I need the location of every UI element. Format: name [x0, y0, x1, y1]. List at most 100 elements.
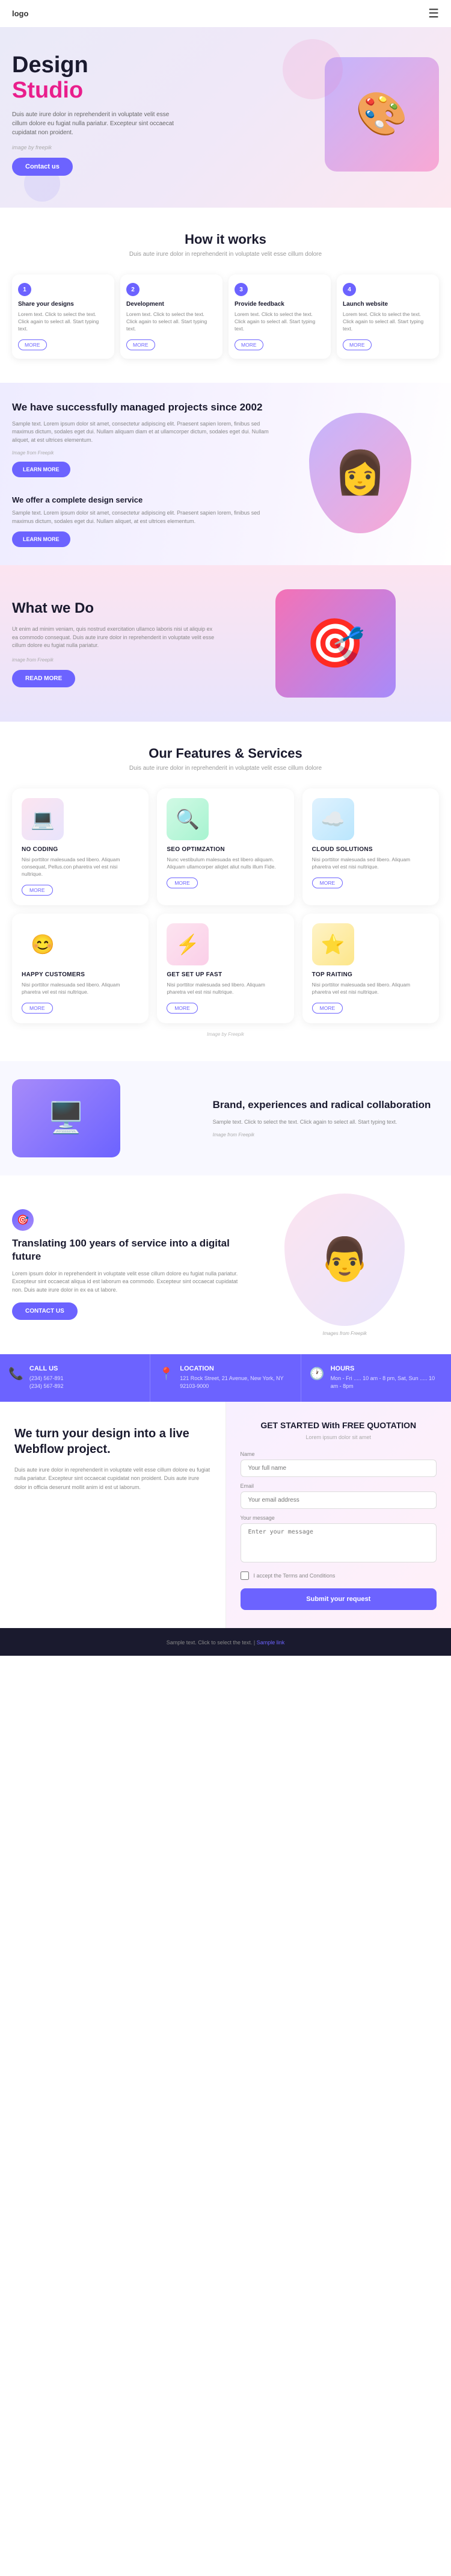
digital-cta-button[interactable]: CONTACT US	[12, 1302, 78, 1320]
feature-card-cloud: ☁️ CLOUD SOLUTIONS Nisi porttitor malesu…	[302, 788, 439, 905]
managed-service-learn-more-button[interactable]: LEARN MORE	[12, 531, 70, 547]
managed-right: 👩	[281, 401, 439, 533]
contact-hours-value: Mon - Fri ..... 10 am - 8 pm, Sat, Sun .…	[331, 1375, 443, 1391]
step-3-more-button[interactable]: MORE	[235, 339, 263, 350]
how-it-works-title: How it works	[12, 232, 439, 247]
no-coding-title: NO CODING	[22, 846, 139, 853]
form-message-input[interactable]	[241, 1523, 437, 1562]
digital-left: 🎯 Translating 100 years of service into …	[12, 1209, 238, 1320]
feature-card-fast: ⚡ GET SET UP FAST Nisi porttitor malesua…	[157, 914, 293, 1023]
form-email-group: Email	[241, 1483, 437, 1509]
hero-section: Design Studio Duis aute irure dolor in r…	[0, 27, 451, 208]
footer-link[interactable]: Sample link	[257, 1639, 285, 1646]
wwd-right: 🎯	[232, 589, 439, 698]
features-title: Our Features & Services	[12, 746, 439, 761]
step-4-number: 4	[343, 283, 356, 296]
man-illustration: 👨	[284, 1194, 405, 1326]
contact-location-value: 121 Rock Street, 21 Avenue, New York, NY…	[180, 1375, 292, 1391]
cloud-title: CLOUD SOLUTIONS	[312, 846, 429, 853]
brand-desc: Sample text. Click to select the text. C…	[213, 1118, 439, 1127]
managed-projects-section: We have successfully managed projects si…	[0, 383, 451, 566]
cloud-more-button[interactable]: MORE	[312, 878, 343, 888]
seo-desc: Nunc vestibulum malesuada est libero ali…	[167, 856, 284, 871]
hero-image-credit: image by freepik	[12, 144, 226, 150]
digital-icon: 🎯	[12, 1209, 34, 1231]
form-name-label: Name	[241, 1451, 437, 1457]
managed-learn-more-button[interactable]: LEARN MORE	[12, 462, 70, 477]
quotation-subtitle: Lorem ipsum dolor sit amet	[241, 1434, 437, 1440]
step-1-title: Share your designs	[18, 301, 108, 308]
menu-icon[interactable]: ☰	[428, 6, 439, 21]
step-1-desc: Lorem text. Click to select the text. Cl…	[18, 311, 108, 333]
logo: logo	[12, 9, 28, 18]
step-2-title: Development	[126, 301, 216, 308]
contact-call-label: CALL US	[29, 1365, 64, 1372]
feature-card-top-rating: ⭐ TOP RAITING Nisi porttitor malesuada s…	[302, 914, 439, 1023]
bottom-section: We turn your design into a live Webflow …	[0, 1402, 451, 1628]
rating-more-button[interactable]: MORE	[312, 1003, 343, 1014]
step-4-title: Launch website	[343, 301, 433, 308]
hours-icon: 🕐	[310, 1366, 325, 1381]
happy-more-button[interactable]: MORE	[22, 1003, 53, 1014]
features-section: Our Features & Services Duis aute irure …	[0, 722, 451, 1060]
step-1-more-button[interactable]: MORE	[18, 339, 47, 350]
form-checkbox-row: I accept the Terms and Conditions	[241, 1571, 437, 1580]
hero-description: Duis aute irure dolor in reprehenderit i…	[12, 110, 174, 137]
managed-title: We have successfully managed projects si…	[12, 401, 269, 414]
seo-icon: 🔍	[167, 798, 209, 840]
no-coding-more-button[interactable]: MORE	[22, 885, 53, 896]
form-checkbox-label: I accept the Terms and Conditions	[254, 1573, 336, 1579]
no-coding-desc: Nisi porttitor malesuada sed libero. Ali…	[22, 856, 139, 878]
form-message-label: Your message	[241, 1515, 437, 1521]
managed-service-desc: Sample text. Lorem ipsum dolor sit amet,…	[12, 509, 269, 525]
step-card-4: 4 Launch website Lorem text. Click to se…	[337, 274, 439, 359]
fast-title: GET SET UP FAST	[167, 971, 284, 978]
form-message-group: Your message	[241, 1515, 437, 1565]
managed-credit: Image from Freepik	[12, 450, 269, 456]
form-checkbox[interactable]	[241, 1571, 249, 1580]
cloud-desc: Nisi porttitor malesuada sed libero. Ali…	[312, 856, 429, 871]
form-email-input[interactable]	[241, 1491, 437, 1509]
wwd-read-more-button[interactable]: READ MORE	[12, 670, 75, 687]
footer: Sample text. Click to select the text. |…	[0, 1628, 451, 1656]
managed-service-title: We offer a complete design service	[12, 495, 269, 504]
cloud-icon: ☁️	[312, 798, 354, 840]
contact-location[interactable]: 📍 LOCATION 121 Rock Street, 21 Avenue, N…	[150, 1354, 301, 1402]
step-3-number: 3	[235, 283, 248, 296]
managed-left: We have successfully managed projects si…	[12, 401, 269, 548]
form-email-label: Email	[241, 1483, 437, 1489]
seo-more-button[interactable]: MORE	[167, 878, 198, 888]
wwd-left: What we Do Ut enim ad minim veniam, quis…	[12, 600, 219, 687]
brand-title: Brand, experiences and radical collabora…	[213, 1098, 439, 1112]
form-name-input[interactable]	[241, 1460, 437, 1477]
step-4-more-button[interactable]: MORE	[343, 339, 372, 350]
contact-call[interactable]: 📞 CALL US (234) 567-891 (234) 567-892	[0, 1354, 150, 1402]
wwd-desc: Ut enim ad minim veniam, quis nostrud ex…	[12, 625, 219, 650]
steps-container: 1 Share your designs Lorem text. Click t…	[12, 274, 439, 359]
contact-hours[interactable]: 🕐 HOURS Mon - Fri ..... 10 am - 8 pm, Sa…	[301, 1354, 451, 1402]
fast-more-button[interactable]: MORE	[167, 1003, 198, 1014]
webflow-title: We turn your design into a live Webflow …	[14, 1426, 211, 1457]
form-submit-button[interactable]: Submit your request	[241, 1588, 437, 1610]
webflow-desc: Duis aute irure dolor in reprehenderit i…	[14, 1466, 211, 1491]
step-2-more-button[interactable]: MORE	[126, 339, 155, 350]
contact-location-label: LOCATION	[180, 1365, 292, 1372]
fast-desc: Nisi porttitor malesuada sed libero. Ali…	[167, 982, 284, 996]
wwd-title: What we Do	[12, 600, 219, 617]
happy-desc: Nisi porttitor malesuada sed libero. Ali…	[22, 982, 139, 996]
what-we-do-section: What we Do Ut enim ad minim veniam, quis…	[0, 565, 451, 722]
contact-call-value: (234) 567-891 (234) 567-892	[29, 1375, 64, 1391]
no-coding-icon: 💻	[22, 798, 64, 840]
webflow-section: We turn your design into a live Webflow …	[0, 1402, 226, 1628]
how-it-works-subtitle: Duis aute irure dolor in reprehenderit i…	[12, 251, 439, 258]
features-grid: 💻 NO CODING Nisi porttitor malesuada sed…	[12, 788, 439, 1023]
form-name-group: Name	[241, 1451, 437, 1477]
how-it-works-section: How it works Duis aute irure dolor in re…	[0, 208, 451, 383]
managed-service: We offer a complete design service Sampl…	[12, 495, 269, 547]
rating-icon: ⭐	[312, 923, 354, 965]
step-3-desc: Lorem text. Click to select the text. Cl…	[235, 311, 325, 333]
step-2-desc: Lorem text. Click to select the text. Cl…	[126, 311, 216, 333]
hero-cta-button[interactable]: Contact us	[12, 158, 73, 176]
contact-hours-content: HOURS Mon - Fri ..... 10 am - 8 pm, Sat,…	[331, 1365, 443, 1391]
step-2-number: 2	[126, 283, 140, 296]
